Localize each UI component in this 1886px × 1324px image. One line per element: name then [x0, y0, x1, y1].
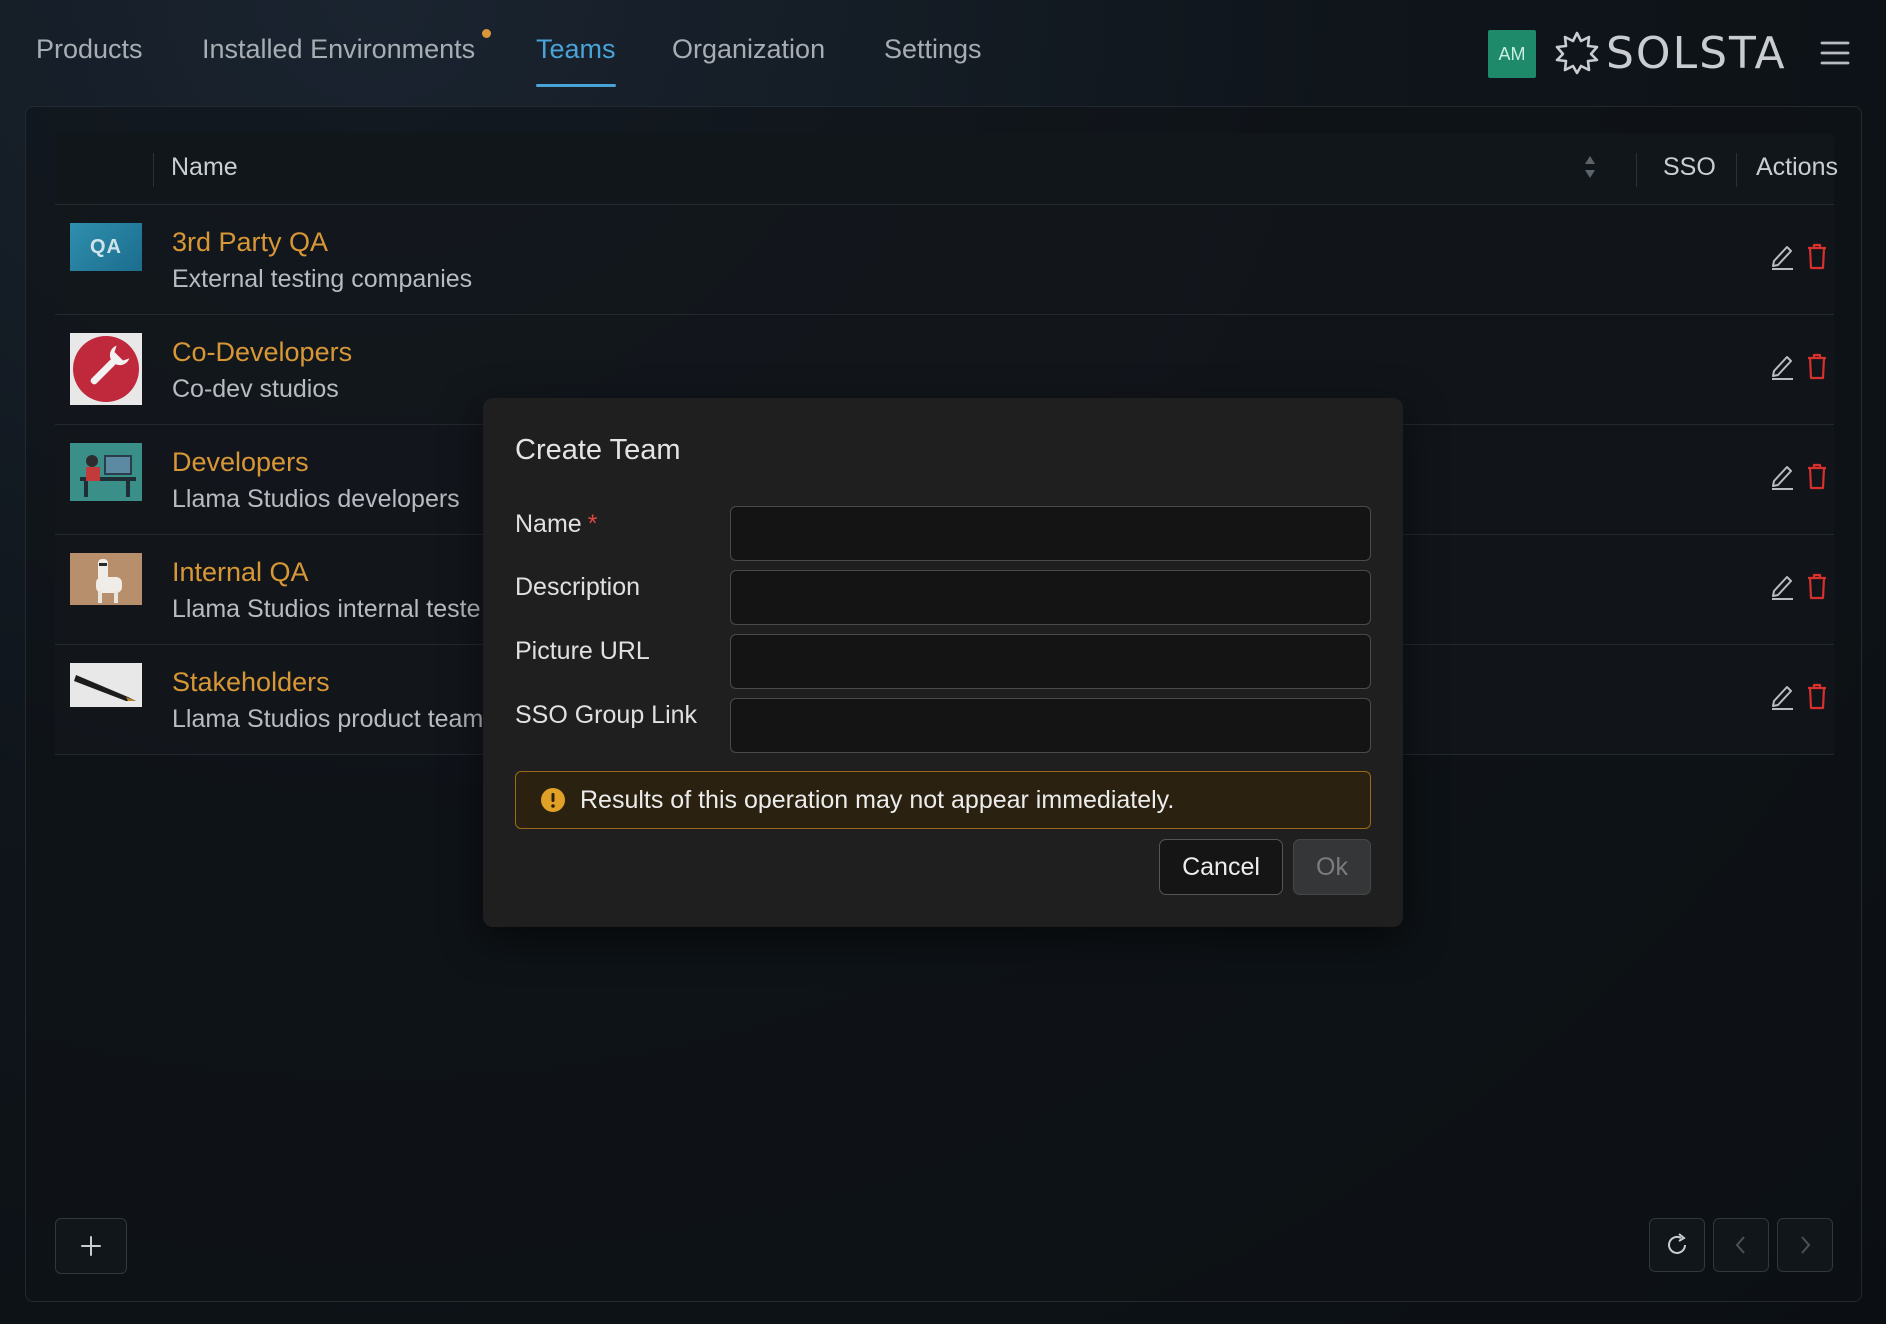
refresh-icon	[1668, 1233, 1686, 1254]
refresh-button[interactable]	[1649, 1218, 1705, 1272]
required-marker: *	[587, 510, 598, 538]
edit-icon[interactable]	[1769, 681, 1795, 711]
add-team-button[interactable]	[55, 1218, 127, 1274]
team-description: External testing companies	[172, 265, 473, 293]
team-thumbnail	[70, 443, 142, 501]
column-header-actions: Actions	[1756, 153, 1838, 181]
team-name-link[interactable]: Co-Developers	[172, 337, 352, 368]
previous-page-button[interactable]	[1713, 1218, 1769, 1272]
team-description: Llama Studios product team	[172, 705, 484, 733]
dialog-title: Create Team	[515, 434, 681, 466]
chevron-right-icon	[1801, 1236, 1811, 1254]
pen-illustration-icon	[70, 663, 142, 707]
name-label: Name *	[515, 510, 597, 539]
table-header: Name SSO Actions	[55, 133, 1838, 205]
tab-organization[interactable]: Organization	[672, 34, 825, 65]
llama-illustration-icon	[70, 553, 142, 605]
column-header-name[interactable]: Name	[171, 153, 238, 182]
thumbnail-label: QA	[90, 235, 122, 258]
hamburger-menu-icon[interactable]	[1820, 38, 1850, 68]
warning-text: Results of this operation may not appear…	[580, 785, 1175, 814]
warning-alert: Results of this operation may not appear…	[515, 771, 1371, 829]
wrench-icon	[73, 336, 139, 402]
edit-icon[interactable]	[1769, 461, 1795, 491]
table-row: QA 3rd Party QA External testing compani…	[55, 205, 1834, 315]
ok-button[interactable]: Ok	[1293, 839, 1371, 895]
team-description: Co-dev studios	[172, 375, 339, 403]
picture-url-input[interactable]	[730, 634, 1371, 689]
picture-url-label: Picture URL	[515, 637, 650, 665]
plus-icon	[81, 1236, 101, 1256]
name-label-text: Name	[515, 510, 582, 538]
next-page-button[interactable]	[1777, 1218, 1833, 1272]
sso-group-link-label: SSO Group Link	[515, 701, 698, 729]
tab-teams[interactable]: Teams	[536, 34, 616, 87]
team-name-link[interactable]: 3rd Party QA	[172, 227, 328, 258]
logo-wordmark: SOLSTA	[1606, 27, 1787, 79]
sso-group-link-input[interactable]	[730, 698, 1371, 753]
column-header-sso: SSO	[1663, 153, 1716, 181]
create-team-dialog: Create Team Name * Description Picture UR…	[483, 398, 1403, 927]
team-description: Llama Studios internal teste	[172, 595, 481, 623]
trash-icon[interactable]	[1805, 681, 1829, 711]
solsta-logo: SOLSTA	[1554, 27, 1787, 79]
chevron-left-icon	[1735, 1236, 1745, 1254]
trash-icon[interactable]	[1805, 571, 1829, 601]
name-input[interactable]	[730, 506, 1371, 561]
tab-products[interactable]: Products	[36, 34, 143, 65]
cancel-button[interactable]: Cancel	[1159, 839, 1283, 895]
sun-gear-icon	[1555, 31, 1599, 75]
warning-icon	[541, 788, 565, 812]
description-label: Description	[515, 573, 641, 601]
team-thumbnail	[70, 663, 142, 707]
user-avatar[interactable]: AM	[1488, 30, 1536, 78]
team-name-link[interactable]: Developers	[172, 447, 309, 478]
trash-icon[interactable]	[1805, 241, 1829, 271]
column-separator	[1736, 153, 1737, 187]
tab-settings[interactable]: Settings	[884, 34, 982, 65]
column-separator	[153, 153, 154, 187]
team-name-link[interactable]: Internal QA	[172, 557, 309, 588]
tab-installed-environments[interactable]: Installed Environments	[202, 34, 475, 65]
edit-icon[interactable]	[1769, 241, 1795, 271]
team-description: Llama Studios developers	[172, 485, 460, 513]
description-input[interactable]	[730, 570, 1371, 625]
notification-dot	[482, 29, 491, 38]
top-navigation: Products Installed Environments Teams Or…	[0, 0, 1886, 104]
team-thumbnail: QA	[70, 223, 142, 271]
team-name-link[interactable]: Stakeholders	[172, 667, 330, 698]
trash-icon[interactable]	[1805, 351, 1829, 381]
sort-icon[interactable]	[1583, 153, 1597, 181]
edit-icon[interactable]	[1769, 351, 1795, 381]
edit-icon[interactable]	[1769, 571, 1795, 601]
column-separator	[1636, 153, 1637, 187]
developer-illustration-icon	[70, 443, 142, 501]
team-thumbnail	[70, 553, 142, 605]
team-thumbnail	[70, 333, 142, 405]
trash-icon[interactable]	[1805, 461, 1829, 491]
